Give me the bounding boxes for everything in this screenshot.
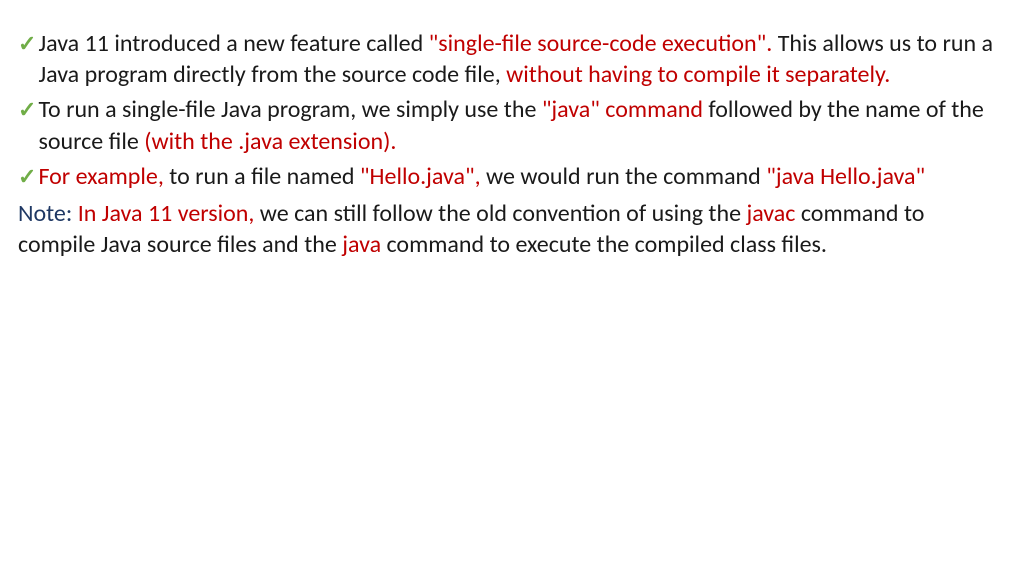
bullet-content-3: For example, to run a file named "Hello.… <box>38 161 994 192</box>
text-segment: "java" command <box>542 95 709 124</box>
text-segment: we can still follow the old convention o… <box>260 199 747 228</box>
bullet-item-3: ✓ For example, to run a file named "Hell… <box>18 161 994 192</box>
checkmark-icon: ✓ <box>18 96 36 125</box>
text-segment: command to execute the compiled class fi… <box>386 230 827 259</box>
text-segment: without having to compile it separately. <box>506 60 890 89</box>
bullet-item-1: ✓ Java 11 introduced a new feature calle… <box>18 28 994 90</box>
text-segment: to run a file named <box>169 162 360 191</box>
bullet-item-2: ✓ To run a single-file Java program, we … <box>18 94 994 156</box>
checkmark-icon: ✓ <box>18 30 36 59</box>
text-segment: "java Hello.java" <box>766 162 925 191</box>
text-segment: java <box>342 230 386 259</box>
bullet-content-2: To run a single-file Java program, we si… <box>38 94 994 156</box>
text-segment: For example, <box>38 162 169 191</box>
checkmark-icon: ✓ <box>18 163 36 192</box>
text-segment: Java 11 introduced a new feature called <box>38 29 428 58</box>
note-block: Note: In Java 11 version, we can still f… <box>18 198 994 260</box>
text-segment: "single-file source-code execution". <box>429 29 778 58</box>
text-segment: (with the .java extension). <box>144 127 396 156</box>
text-segment: To run a single-file Java program, we si… <box>38 95 541 124</box>
text-segment: In Java 11 version, <box>78 199 260 228</box>
text-segment: we would run the command <box>486 162 766 191</box>
bullet-content-1: Java 11 introduced a new feature called … <box>38 28 994 90</box>
text-segment: javac <box>746 199 800 228</box>
note-label: Note: <box>18 199 78 228</box>
text-segment: "Hello.java", <box>360 162 486 191</box>
bullet-list: ✓ Java 11 introduced a new feature calle… <box>18 28 994 192</box>
